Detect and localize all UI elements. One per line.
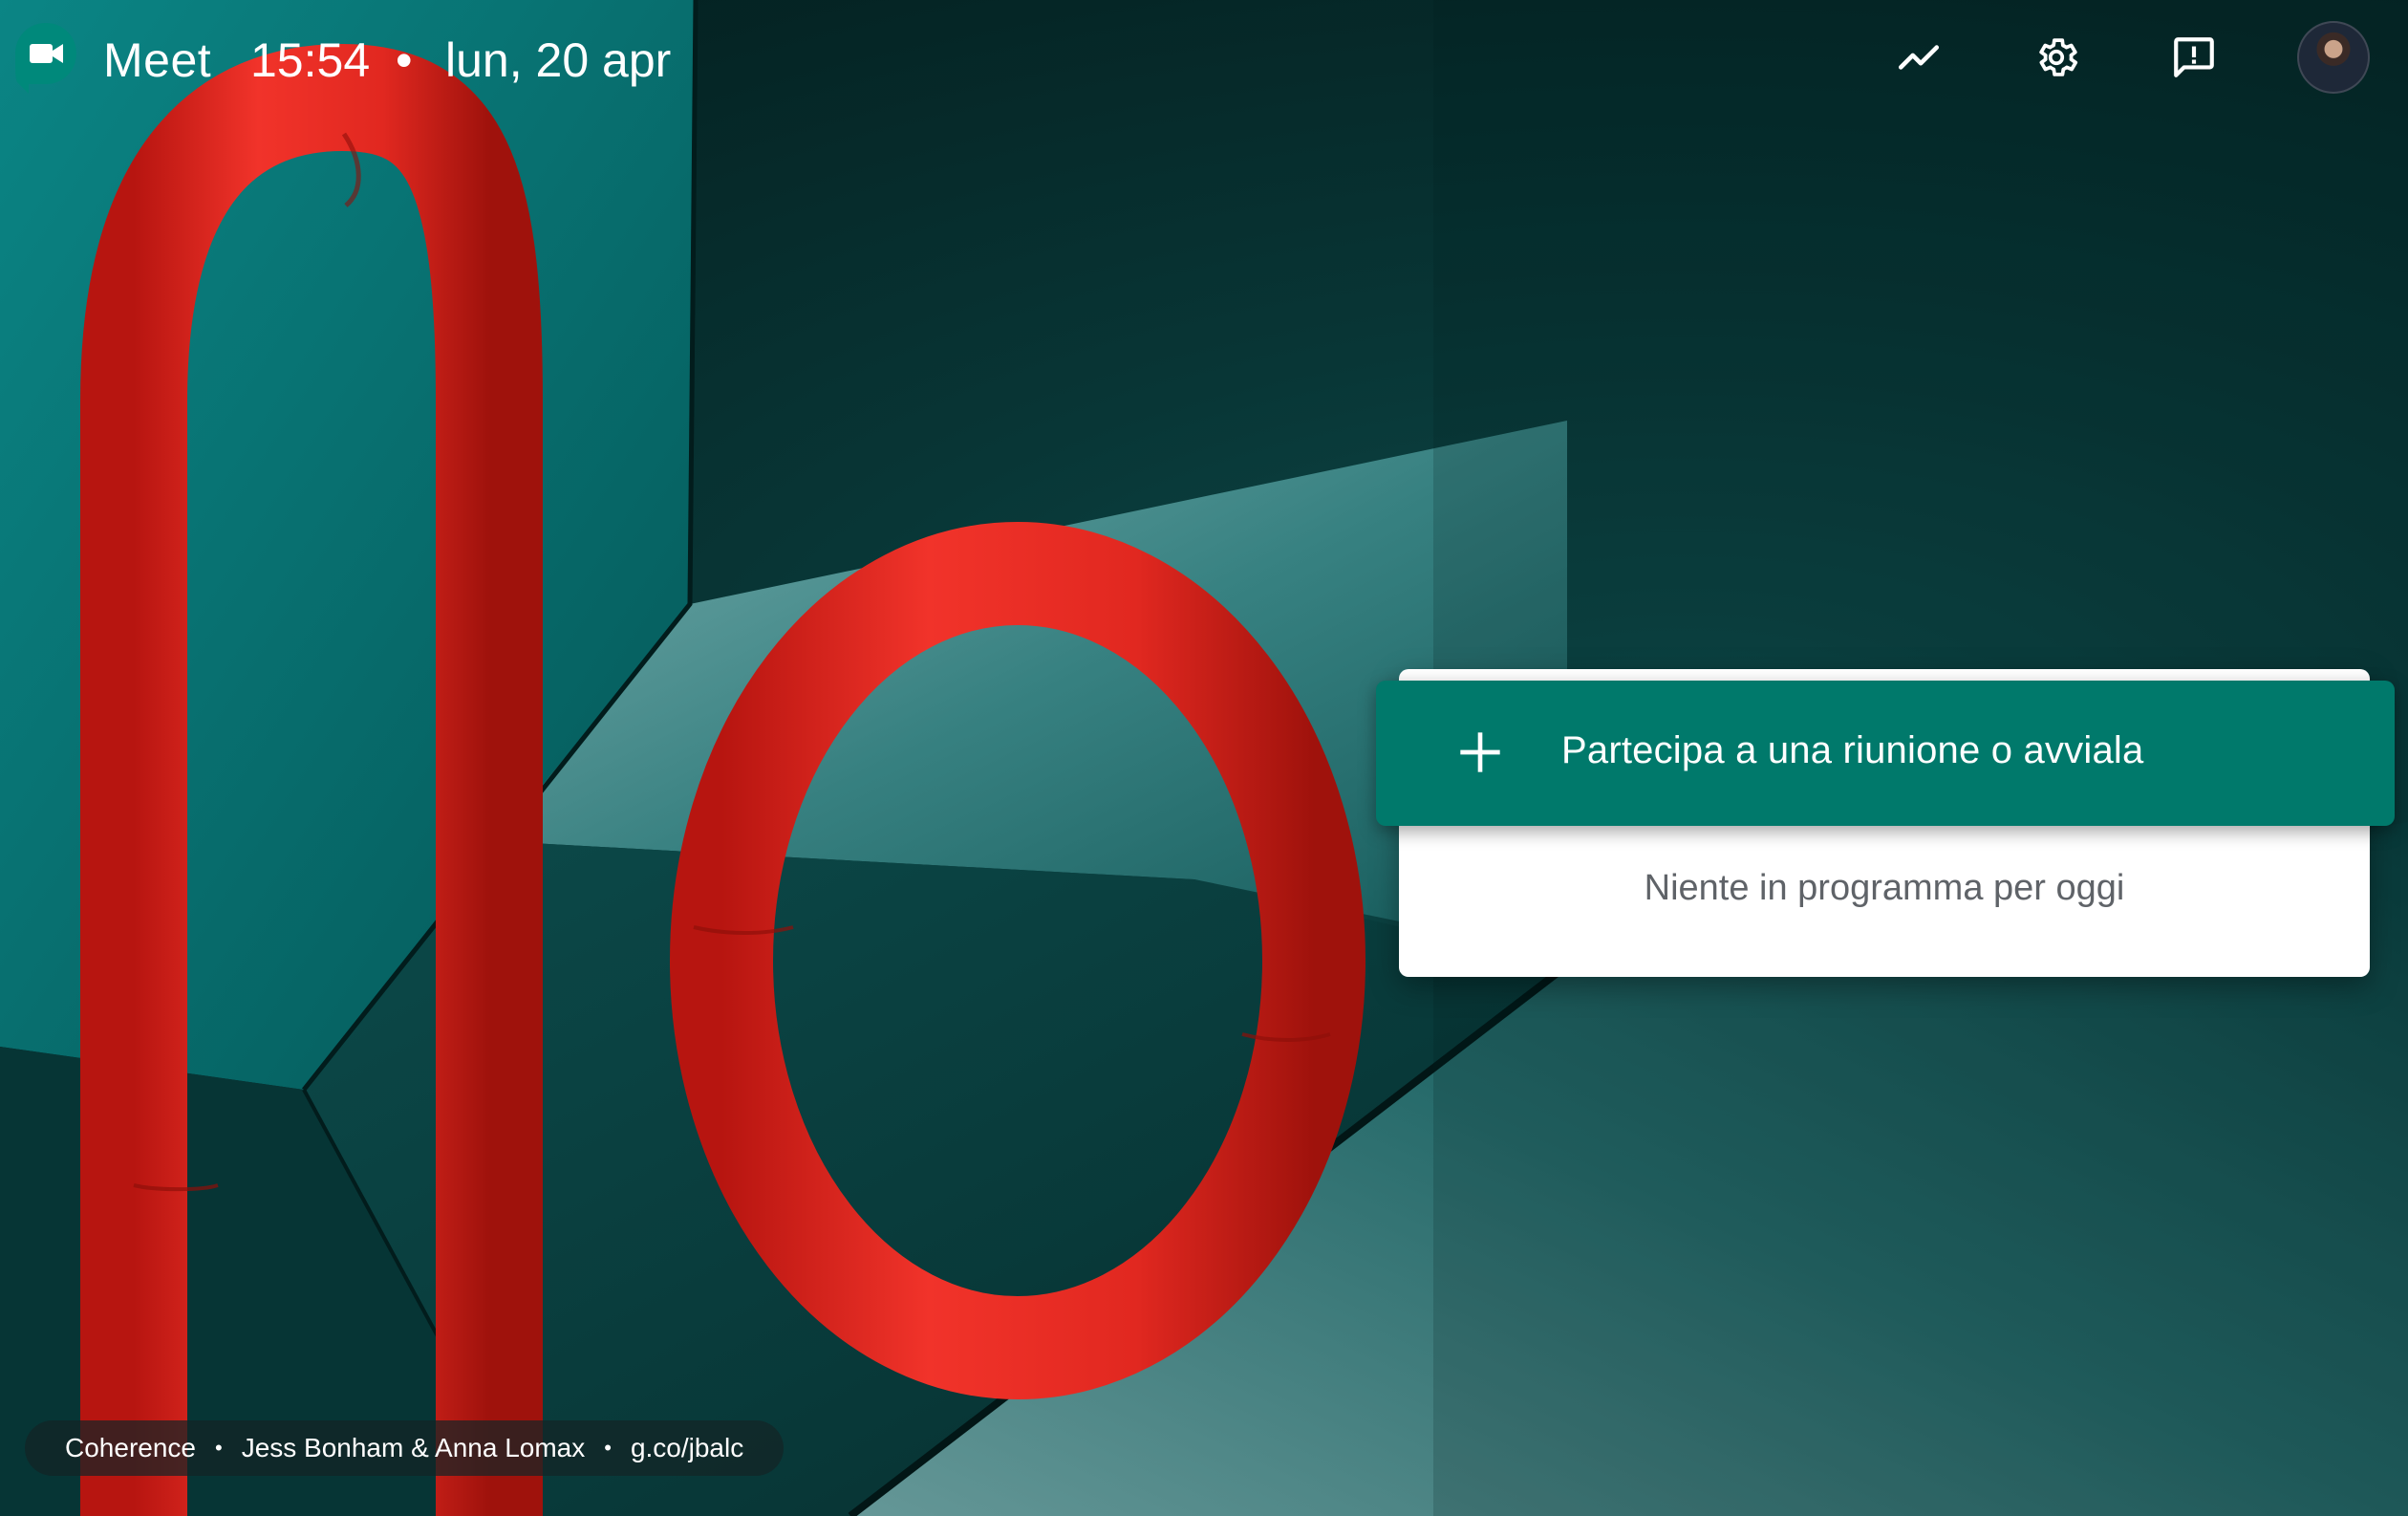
settings-button[interactable] [2022,23,2091,92]
no-meetings-message: Niente in programma per oggi [1644,868,2125,908]
credit-separator: • [214,1436,223,1460]
header-separator: • [396,33,413,87]
trending-chart-icon [1898,45,1940,70]
current-date: lun, 20 apr [445,33,672,87]
artwork-title: Coherence [65,1433,196,1462]
feedback-button[interactable] [2160,23,2228,92]
credit-separator: • [604,1436,612,1460]
join-button-label: Partecipa a una riunione o avviala [1561,729,2144,771]
gear-icon [2039,38,2078,76]
call-stats-button[interactable] [1884,23,1953,92]
artwork-link[interactable]: g.co/jbalc [631,1433,743,1463]
account-avatar[interactable] [2297,21,2370,94]
clock-time: 15:54 [250,33,371,87]
join-or-start-meeting-button[interactable]: Partecipa a una riunione o avviala [1376,681,2395,826]
plus-icon [1460,732,1500,772]
wallpaper-credit[interactable]: Coherence • Jess Bonham & Anna Lomax • g… [25,1420,785,1476]
artwork-artists: Jess Bonham & Anna Lomax [241,1433,586,1462]
top-bar: Meet 15:54 • lun, 20 apr [0,0,2408,124]
feedback-icon [2174,37,2214,77]
meet-home-screen: Meet 15:54 • lun, 20 apr Partecipa a una… [0,0,2408,1516]
google-meet-logo-icon [15,23,76,94]
app-name: Meet [103,33,212,87]
